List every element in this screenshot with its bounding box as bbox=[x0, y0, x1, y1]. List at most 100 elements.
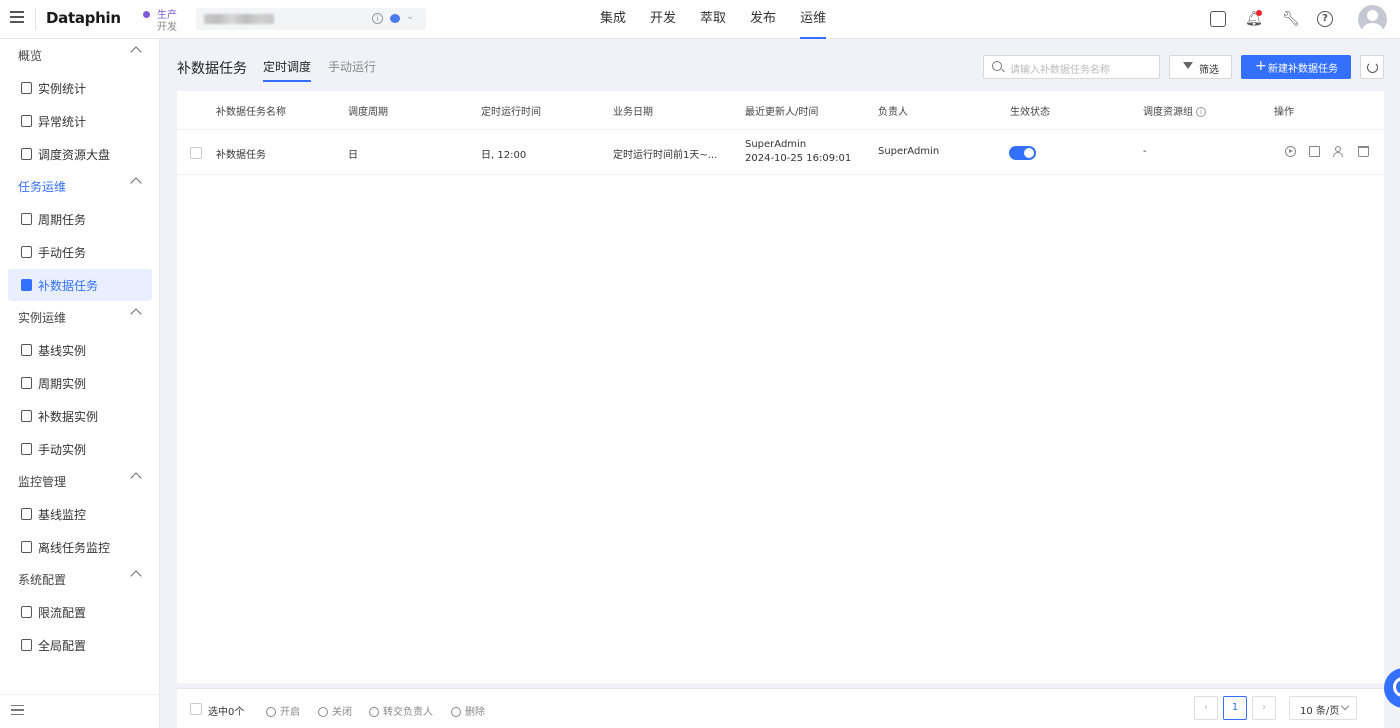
run-time: 日, 12:00 bbox=[481, 150, 527, 161]
page-number-button[interactable]: 1 bbox=[1223, 696, 1247, 720]
sidebar-item-offline-task-monitor[interactable]: 离线任务监控 bbox=[8, 531, 152, 563]
task-table: 补数据任务名称 调度周期 定时运行时间 业务日期 最近更新人/时间 负责人 生效… bbox=[177, 91, 1384, 683]
biz-date: 定时运行时间前1天~... bbox=[613, 150, 718, 161]
delete-icon[interactable] bbox=[1358, 146, 1369, 157]
rate-limit-icon bbox=[21, 606, 32, 618]
manual-task-icon bbox=[21, 246, 32, 258]
scroll-gutter bbox=[1384, 91, 1400, 728]
selected-count: 选中0个 bbox=[208, 707, 245, 718]
project-selector[interactable]: i ⌄ bbox=[196, 8, 426, 30]
sidebar-item-global-config[interactable]: 全局配置 bbox=[8, 629, 152, 661]
chevron-up-icon[interactable] bbox=[130, 308, 142, 320]
table-row[interactable]: 补数据任务 日 日, 12:00 定时运行时间前1天~... SuperAdmi… bbox=[177, 131, 1384, 175]
sidebar-group-overview[interactable]: 概览 bbox=[0, 39, 160, 71]
table-header: 补数据任务名称 调度周期 定时运行时间 业务日期 最近更新人/时间 负责人 生效… bbox=[177, 91, 1384, 130]
sidebar-item-resource-dashboard[interactable]: 调度资源大盘 bbox=[8, 138, 152, 170]
chevron-up-icon[interactable] bbox=[130, 46, 142, 58]
backfill-task-icon bbox=[21, 279, 32, 291]
info-icon[interactable]: i bbox=[1196, 107, 1206, 117]
batch-disable-button[interactable]: 关闭 bbox=[318, 703, 352, 718]
enabled-toggle[interactable] bbox=[1009, 146, 1036, 160]
run-icon[interactable] bbox=[1285, 146, 1296, 157]
new-backfill-task-button[interactable]: + 新建补数据任务 bbox=[1241, 55, 1351, 79]
next-page-button[interactable]: › bbox=[1252, 696, 1276, 720]
prev-page-button[interactable]: ‹ bbox=[1194, 696, 1218, 720]
project-name-redacted bbox=[204, 14, 274, 24]
sidebar-item-exception-stats[interactable]: 异常统计 bbox=[8, 105, 152, 137]
wrench-icon[interactable]: 🔧︎ bbox=[1282, 11, 1300, 27]
sidebar-item-periodic-instances[interactable]: 周期实例 bbox=[8, 367, 152, 399]
sidebar-item-baseline-monitor[interactable]: 基线监控 bbox=[8, 498, 152, 530]
batch-enable-button[interactable]: 开启 bbox=[266, 703, 300, 718]
page-header: 补数据任务 定时调度 手动运行 请输入补数据任务名称 筛选 + 新建补数据任务 bbox=[161, 39, 1400, 91]
column-header-owner: 负责人 bbox=[878, 107, 908, 118]
refresh-icon bbox=[1367, 62, 1378, 73]
cloud-icon bbox=[390, 14, 400, 23]
filter-button[interactable]: 筛选 bbox=[1169, 55, 1232, 79]
help-icon[interactable]: ? bbox=[1317, 11, 1333, 27]
chevron-down-icon[interactable]: ⌄ bbox=[406, 11, 414, 22]
chart-icon bbox=[21, 82, 32, 94]
column-header-run-time: 定时运行时间 bbox=[481, 107, 541, 118]
chevron-up-icon[interactable] bbox=[130, 570, 142, 582]
info-icon[interactable]: i bbox=[372, 13, 383, 24]
chevron-up-icon[interactable] bbox=[130, 177, 142, 189]
row-checkbox[interactable] bbox=[190, 147, 202, 159]
dashboard-icon bbox=[21, 148, 32, 160]
environment-switch[interactable]: 生产 开发 bbox=[142, 6, 190, 33]
sidebar-item-backfill-tasks[interactable]: 补数据任务 bbox=[8, 269, 152, 301]
task-name[interactable]: 补数据任务 bbox=[216, 146, 266, 161]
sidebar-item-backfill-instances[interactable]: 补数据实例 bbox=[8, 400, 152, 432]
sidebar-group-task-ops[interactable]: 任务运维 bbox=[0, 170, 160, 202]
edit-icon[interactable] bbox=[1309, 146, 1320, 157]
collapse-menu-icon[interactable] bbox=[11, 705, 24, 717]
search-icon bbox=[992, 61, 1002, 71]
filter-icon bbox=[1183, 62, 1193, 69]
manual-instance-icon bbox=[21, 443, 32, 455]
sidebar-item-rate-limit[interactable]: 限流配置 bbox=[8, 596, 152, 628]
nav-develop[interactable]: 开发 bbox=[638, 0, 688, 39]
env-dot-icon bbox=[143, 11, 150, 18]
nav-ops[interactable]: 运维 bbox=[788, 0, 838, 39]
avatar[interactable] bbox=[1358, 5, 1387, 34]
sidebar-item-manual-instances[interactable]: 手动实例 bbox=[8, 433, 152, 465]
trash-icon bbox=[451, 707, 461, 717]
sidebar-group-monitoring[interactable]: 监控管理 bbox=[0, 465, 160, 497]
monitor-icon bbox=[21, 508, 32, 520]
page-size-select[interactable]: 10 条/页 bbox=[1289, 696, 1357, 720]
menu-toggle-icon[interactable] bbox=[10, 11, 24, 23]
transfer-owner-icon[interactable] bbox=[1333, 146, 1344, 157]
sidebar-collapse[interactable] bbox=[0, 694, 160, 728]
batch-transfer-owner-button[interactable]: 转交负责人 bbox=[369, 703, 433, 718]
sidebar-group-system-config[interactable]: 系统配置 bbox=[0, 563, 160, 595]
column-header-updated: 最近更新人/时间 bbox=[745, 107, 819, 118]
batch-delete-button[interactable]: 删除 bbox=[451, 703, 485, 718]
sidebar-group-instance-ops[interactable]: 实例运维 bbox=[0, 301, 160, 333]
chevron-up-icon[interactable] bbox=[130, 472, 142, 484]
tab-scheduled[interactable]: 定时调度 bbox=[263, 58, 312, 82]
config-icon bbox=[21, 639, 32, 651]
nav-extract[interactable]: 萃取 bbox=[688, 0, 738, 39]
sidebar-item-instance-stats[interactable]: 实例统计 bbox=[8, 72, 152, 104]
notification-badge bbox=[1256, 10, 1262, 16]
column-header-resource-group: 调度资源组 i bbox=[1143, 103, 1206, 118]
tab-manual-run[interactable]: 手动运行 bbox=[328, 58, 376, 75]
sidebar-item-periodic-tasks[interactable]: 周期任务 bbox=[8, 203, 152, 235]
close-circle-icon bbox=[318, 707, 328, 717]
select-all-checkbox[interactable] bbox=[190, 703, 202, 715]
top-bar: Dataphin 生产 开发 i ⌄ 集成 开发 萃取 发布 运维 🔔︎ 🔧︎ … bbox=[0, 0, 1400, 39]
updated-at: 2024-10-25 16:09:01 bbox=[745, 153, 852, 164]
sidebar-item-manual-tasks[interactable]: 手动任务 bbox=[8, 236, 152, 268]
task-upload-icon[interactable] bbox=[1210, 11, 1226, 27]
sidebar-item-baseline-instances[interactable]: 基线实例 bbox=[8, 334, 152, 366]
plus-icon: + bbox=[1255, 58, 1267, 74]
sidebar: 概览 实例统计 异常统计 调度资源大盘 任务运维 周期任务 手动任务 补数据任务… bbox=[0, 39, 160, 728]
column-header-actions: 操作 bbox=[1274, 107, 1294, 118]
refresh-button[interactable] bbox=[1360, 55, 1384, 79]
brand-logo[interactable]: Dataphin bbox=[46, 9, 121, 27]
nav-integration[interactable]: 集成 bbox=[588, 0, 638, 39]
nav-publish[interactable]: 发布 bbox=[738, 0, 788, 39]
search-input[interactable]: 请输入补数据任务名称 bbox=[983, 55, 1160, 79]
schedule-cycle: 日 bbox=[348, 150, 358, 161]
backfill-instance-icon bbox=[21, 410, 32, 422]
